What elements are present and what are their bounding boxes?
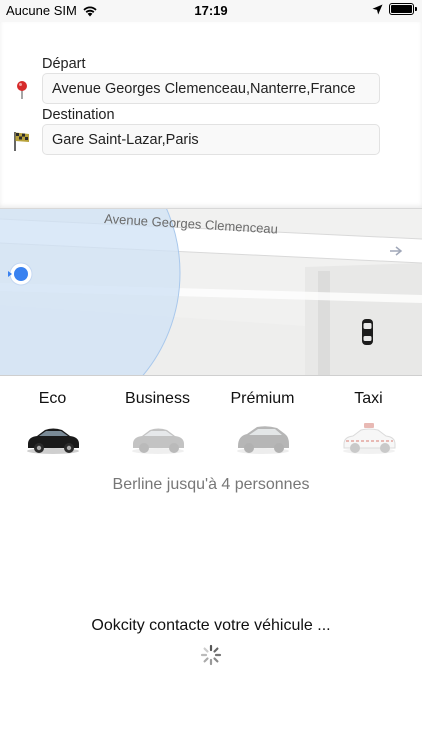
vehicle-description: Berline jusqu'à 4 personnes [112, 476, 310, 493]
map-pin-icon [17, 81, 27, 99]
vehicle-label-business: Business [125, 390, 190, 407]
business-car-icon [131, 428, 184, 454]
map-view[interactable]: Avenue Georges Clemenceau [0, 208, 422, 375]
taxi-car-icon [342, 423, 395, 454]
map-car-icon [362, 319, 373, 345]
destination-label: Destination [42, 107, 115, 123]
status-time: 17:19 [194, 3, 228, 18]
vehicle-option-premium[interactable]: Prémium [210, 376, 315, 456]
building-block [318, 271, 330, 375]
departure-label: Départ [42, 56, 86, 72]
departure-field[interactable]: Avenue Georges Clemenceau,Nanterre,Franc… [42, 73, 380, 104]
location-dot [14, 267, 28, 281]
checkered-flag-icon [14, 132, 29, 151]
sedan-car-icon [26, 428, 79, 454]
battery-icon [389, 3, 417, 15]
accuracy-circle [0, 209, 181, 375]
status-bar: Aucune SIM 17:19 [0, 0, 422, 22]
battery-level [391, 5, 412, 13]
route-form: Départ Avenue Georges Clemenceau,Nanterr… [0, 22, 422, 208]
status-right [372, 3, 417, 15]
vehicle-label-taxi: Taxi [354, 390, 383, 407]
map-canvas: Avenue Georges Clemenceau [0, 209, 422, 375]
vehicle-label-eco: Eco [38, 390, 67, 407]
vehicle-option-taxi[interactable]: Taxi [316, 376, 421, 456]
contact-message: Ookcity contacte votre véhicule ... [91, 617, 331, 634]
premium-van-icon [236, 426, 289, 454]
vehicle-option-eco[interactable]: Eco [0, 376, 105, 456]
destination-field[interactable]: Gare Saint-Lazar,Paris [42, 124, 380, 155]
loading-spinner-icon [200, 644, 222, 666]
vehicle-label-premium: Prémium [230, 390, 295, 407]
vehicle-option-business[interactable]: Business [105, 376, 210, 456]
location-arrow-icon [372, 4, 383, 14]
